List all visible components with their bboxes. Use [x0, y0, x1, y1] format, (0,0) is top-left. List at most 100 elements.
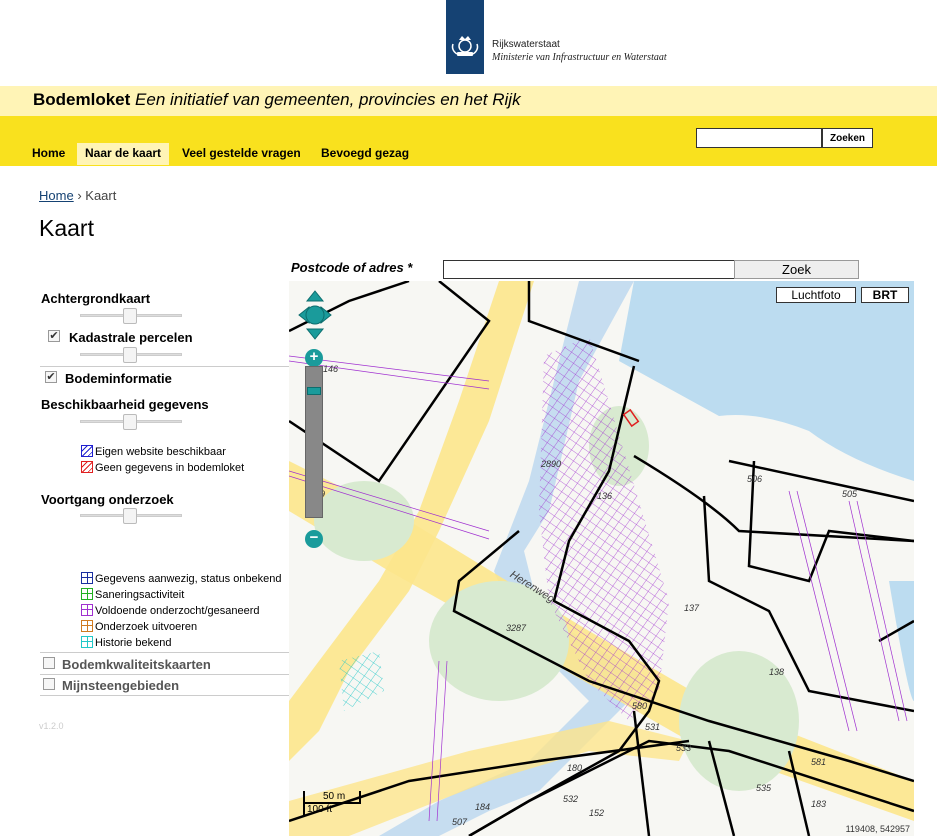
breadcrumb-home-link[interactable]: Home [39, 188, 74, 203]
divider [40, 652, 289, 653]
pan-up-icon[interactable] [305, 290, 325, 302]
nav-bevoegd-gezag[interactable]: Bevoegd gezag [313, 143, 417, 165]
mijnsteen-checkbox[interactable] [43, 678, 55, 690]
legend-label: Onderzoek uitvoeren [95, 621, 198, 633]
divider [40, 674, 289, 675]
voldoende-swatch [81, 604, 93, 616]
logo-bar: Rijkswaterstaat Ministerie van Infrastru… [0, 0, 937, 86]
pan-center-icon[interactable] [305, 305, 325, 325]
parcel-label: 531 [645, 722, 661, 732]
nav-veel-gestelde-vragen[interactable]: Veel gestelde vragen [174, 143, 309, 165]
legend-label: Historie bekend [95, 637, 172, 649]
parcel-label: 532 [563, 794, 579, 804]
parcel-label: 137 [684, 603, 700, 613]
layer-panel: Achtergrondkaart ✔ Kadastrale percelen ✔… [0, 280, 289, 750]
scale-metric: 50 m [303, 791, 361, 804]
bodeminformatie-checkbox[interactable]: ✔ [45, 371, 57, 383]
beschikbaarheid-legend: Eigen website beschikbaar Geen gegevens … [81, 444, 244, 476]
parcel-label: 184 [475, 802, 491, 812]
kadastrale-opacity-slider[interactable] [80, 347, 182, 363]
parcel-label: 507 [452, 817, 468, 827]
parcel-label: 505 [842, 489, 858, 499]
scale-bar: 50 m 100 ft [303, 791, 361, 815]
brand-name: Bodemloket [33, 90, 131, 109]
legend-item: Historie bekend [81, 635, 282, 651]
version-label: v1.2.0 [39, 721, 64, 731]
logo-line2: Ministerie van Infrastructuur en Waterst… [492, 52, 667, 63]
zoom-out-icon[interactable]: − [305, 530, 323, 548]
mijnsteengebieden-label: Mijnsteengebieden [62, 678, 180, 693]
postcode-label: Postcode of adres * [291, 260, 413, 275]
geen-gegevens-swatch [81, 461, 93, 473]
site-search-input[interactable] [696, 128, 822, 148]
legend-item: Voldoende onderzocht/gesaneerd [81, 603, 282, 619]
uitvoeren-swatch [81, 620, 93, 632]
site-tagline: Bodemloket Een initiatief van gemeenten,… [33, 90, 521, 110]
page-title: Kaart [39, 215, 94, 241]
legend-label: Voldoende onderzocht/gesaneerd [95, 605, 260, 617]
legend-label: Geen gegevens in bodemloket [95, 462, 245, 474]
voortgang-heading: Voortgang onderzoek [41, 492, 174, 507]
parcel-label: 2890 [541, 459, 562, 469]
legend-item: Geen gegevens in bodemloket [81, 460, 244, 476]
beschikbaarheid-heading: Beschikbaarheid gegevens [41, 397, 209, 412]
zoom-slider-track[interactable] [305, 366, 323, 518]
scale-imperial: 100 ft [303, 804, 333, 815]
slider-handle[interactable] [123, 508, 137, 524]
divider [40, 695, 289, 696]
voortgang-opacity-slider[interactable] [80, 508, 182, 524]
divider [40, 366, 289, 367]
parcel-label: 138 [769, 667, 785, 677]
pan-down-icon[interactable] [305, 328, 325, 340]
nav-home[interactable]: Home [24, 143, 73, 165]
sanering-swatch [81, 588, 93, 600]
parcel-label: 580 [632, 701, 648, 711]
map-canvas[interactable] [289, 281, 914, 836]
brt-button[interactable]: BRT [861, 287, 909, 303]
parcel-label: 152 [589, 808, 605, 818]
slider-handle[interactable] [123, 414, 137, 430]
logo-line1: Rijkswaterstaat [492, 39, 560, 50]
legend-label: Gegevens aanwezig, status onbekend [95, 573, 282, 585]
legend-item: Gegevens aanwezig, status onbekend [81, 571, 282, 587]
parcel-label: 183 [811, 799, 827, 809]
eigen-website-swatch [81, 445, 93, 457]
zoom-slider-handle[interactable] [307, 387, 321, 395]
parcel-label: 533 [676, 743, 692, 753]
legend-item: Saneringsactiviteit [81, 587, 282, 603]
rijkswaterstaat-emblem-icon [446, 0, 484, 74]
achtergrondkaart-heading: Achtergrondkaart [41, 291, 151, 306]
parcel-label: 3287 [506, 623, 527, 633]
legend-item: Eigen website beschikbaar [81, 444, 244, 460]
historie-swatch [81, 636, 93, 648]
bodemkwaliteit-checkbox[interactable] [43, 657, 55, 669]
map-coordinates: 119408, 542957 [845, 824, 910, 834]
kadastrale-percelen-label: Kadastrale percelen [69, 330, 193, 345]
breadcrumb-current: Kaart [85, 188, 117, 203]
luchtfoto-button[interactable]: Luchtfoto [776, 287, 856, 303]
legend-label: Eigen website beschikbaar [95, 446, 226, 458]
pan-control[interactable] [297, 289, 333, 341]
bodemkwaliteitskaarten-label: Bodemkwaliteitskaarten [62, 657, 211, 672]
achtergrondkaart-opacity-slider[interactable] [80, 308, 182, 324]
slider-handle[interactable] [123, 347, 137, 363]
slider-handle[interactable] [123, 308, 137, 324]
aanwezig-swatch [81, 572, 93, 584]
voortgang-legend: Gegevens aanwezig, status onbekend Saner… [81, 571, 282, 651]
logo-text: Rijkswaterstaat Ministerie van Infrastru… [492, 38, 667, 64]
breadcrumb: Home › Kaart [39, 188, 116, 203]
legend-label: Saneringsactiviteit [95, 589, 185, 601]
breadcrumb-separator: › [77, 188, 82, 203]
parcel-label: 136 [597, 491, 613, 501]
parcel-label: 535 [756, 783, 772, 793]
legend-item: Onderzoek uitvoeren [81, 619, 282, 635]
postcode-search-button[interactable]: Zoek [734, 260, 859, 279]
parcel-label: 146 [323, 364, 339, 374]
site-search-button[interactable]: Zoeken [822, 128, 873, 148]
nav-naar-de-kaart[interactable]: Naar de kaart [77, 143, 170, 165]
beschikbaarheid-opacity-slider[interactable] [80, 414, 182, 430]
kadastrale-checkbox[interactable]: ✔ [48, 330, 60, 342]
zoom-in-icon[interactable]: + [305, 349, 323, 367]
map-viewer[interactable]: 146 2890 136 506 505 137 138 3287 580 53… [289, 281, 914, 836]
postcode-input[interactable] [443, 260, 735, 279]
